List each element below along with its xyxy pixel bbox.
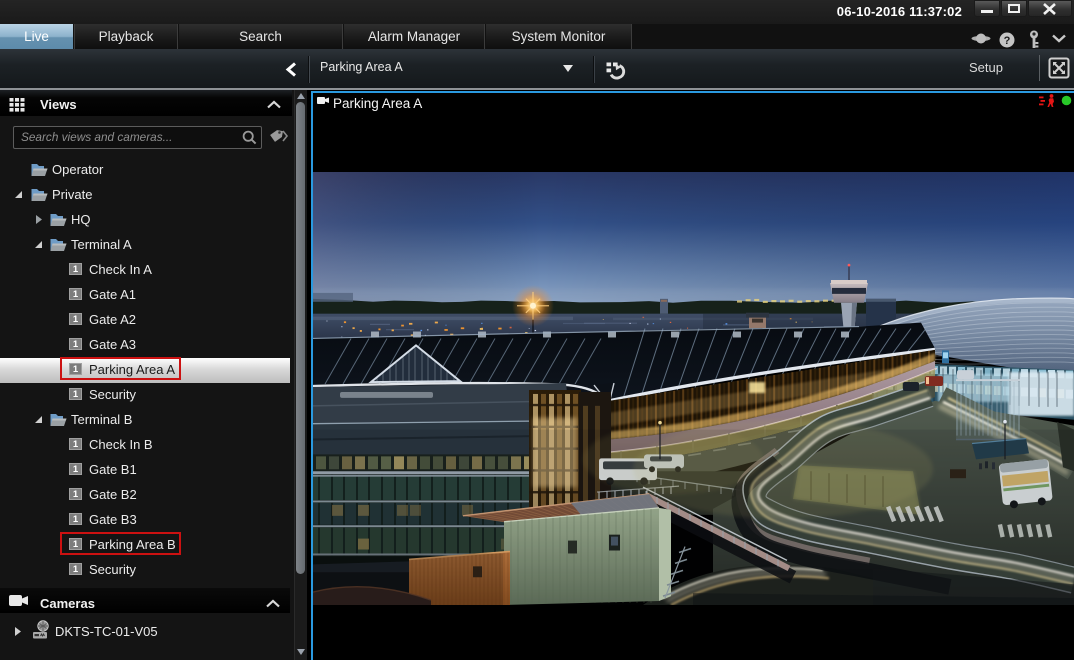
svg-text:?: ?	[1004, 35, 1011, 47]
